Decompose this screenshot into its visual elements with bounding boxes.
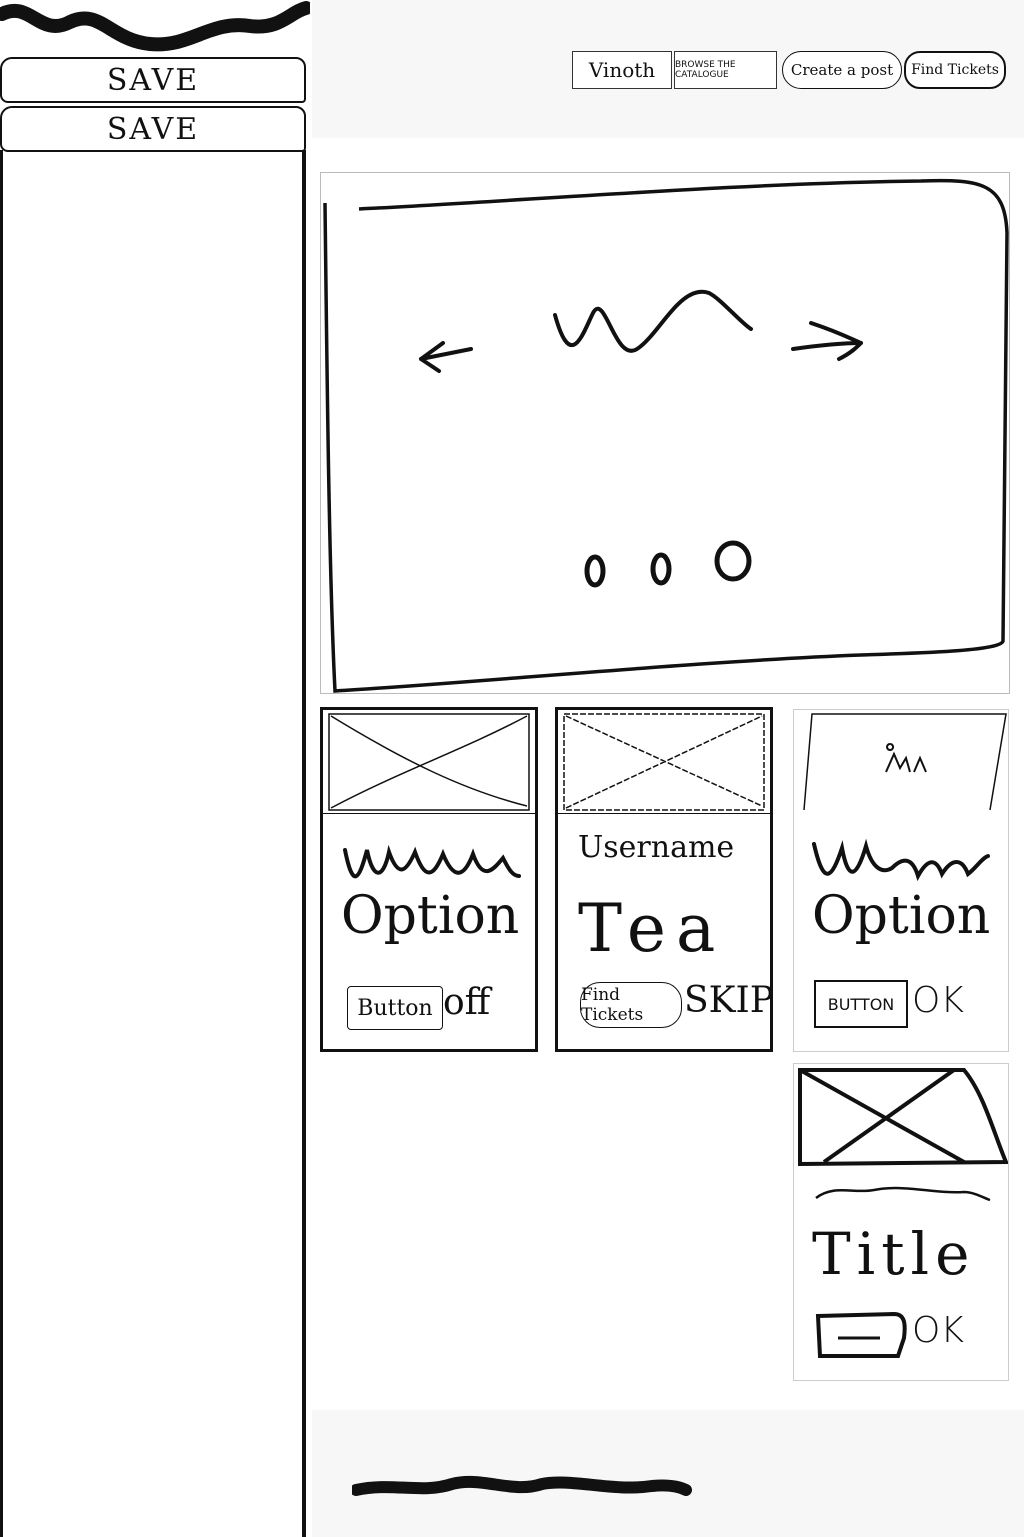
find-tickets-button[interactable]: Find Tickets [580, 982, 682, 1028]
card-option-1[interactable]: Option Button off [320, 707, 538, 1052]
save-button[interactable]: SAVE [0, 57, 306, 103]
carousel-dot-3-active [714, 540, 752, 582]
arrow-right-icon[interactable] [791, 321, 863, 361]
nav-create-post[interactable]: Create a post [782, 51, 902, 89]
sidebar-panel [0, 150, 306, 1537]
ok-label[interactable]: OK [912, 1310, 964, 1351]
card-button[interactable]: BUTTON [814, 980, 908, 1028]
card-title[interactable]: Title OK [793, 1063, 1009, 1381]
image-placeholder-icon [323, 713, 535, 814]
card-heading: Option [812, 886, 991, 946]
ok-label[interactable]: OK [912, 980, 964, 1021]
arrow-left-icon[interactable] [419, 341, 473, 373]
image-placeholder-icon [798, 1068, 1008, 1166]
card-subtitle: Username [578, 830, 735, 865]
carousel-dot-2 [650, 552, 672, 586]
card-heading: Tea [578, 890, 726, 967]
card-button[interactable]: Button [347, 986, 443, 1030]
card-tea[interactable]: Username Tea Find Tickets SKIP [555, 707, 774, 1052]
card-text-scribble [812, 838, 990, 882]
nav-find-tickets[interactable]: Find Tickets [904, 51, 1006, 89]
skip-link[interactable]: SKIP [684, 980, 774, 1021]
hero-carousel [320, 172, 1010, 694]
sidebar: SAVE SAVE [0, 0, 310, 1537]
header: Vinoth BROWSE THE CATALOGUE Create a pos… [312, 0, 1024, 138]
slide-content-scribble [553, 289, 753, 353]
nav-browse-catalogue[interactable]: BROWSE THE CATALOGUE [674, 51, 777, 89]
image-placeholder-icon [558, 713, 770, 814]
nav-user-link[interactable]: Vinoth [572, 51, 672, 89]
footer-text-scribble [352, 1475, 692, 1496]
card-text-scribble [343, 844, 521, 879]
carousel-frame [323, 178, 1009, 693]
card-heading: Option [341, 886, 520, 946]
logo-scribble [0, 1, 310, 52]
card-option-2[interactable]: Option BUTTON OK [793, 709, 1009, 1052]
card-text-scribble [815, 1186, 991, 1202]
save-button-secondary[interactable]: SAVE [0, 106, 306, 152]
carousel-dot-1 [584, 554, 606, 588]
card-toggle-label[interactable]: off [443, 982, 490, 1023]
card-button-small[interactable] [814, 1308, 910, 1362]
card-heading: Title [812, 1220, 976, 1288]
image-placeholder-icon [803, 713, 1007, 811]
footer [312, 1410, 1024, 1537]
